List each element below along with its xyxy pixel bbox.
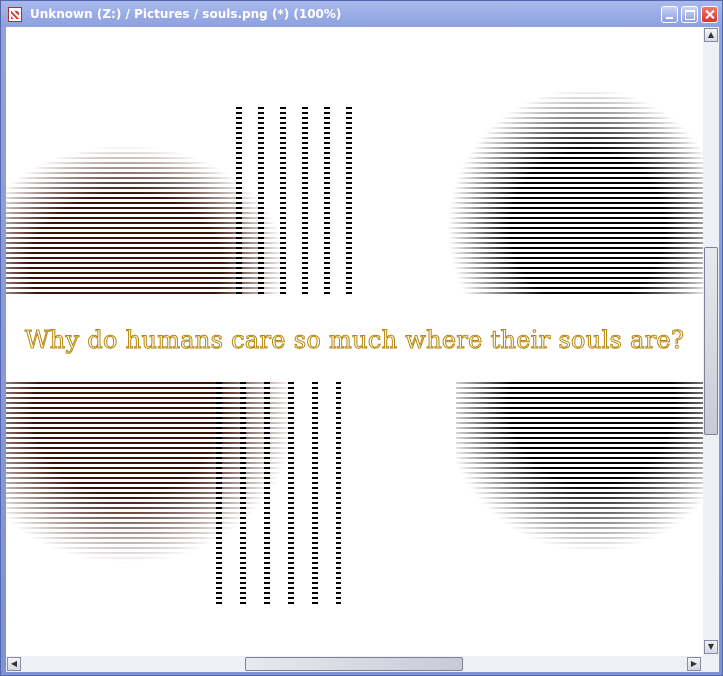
scroll-up-arrow-icon[interactable]: ▲ bbox=[704, 28, 718, 42]
vertical-scroll-thumb[interactable] bbox=[704, 247, 718, 435]
scroll-left-arrow-icon[interactable]: ◀ bbox=[7, 657, 21, 671]
minimize-button[interactable] bbox=[661, 6, 678, 23]
vertical-scrollbar[interactable]: ▲ ▼ bbox=[703, 27, 719, 656]
app-icon[interactable] bbox=[8, 7, 22, 22]
title-bar[interactable]: Unknown (Z:) / Pictures / souls.png (*) … bbox=[1, 1, 722, 27]
image-hand-upper-right bbox=[446, 67, 703, 297]
scroll-down-arrow-icon[interactable]: ▼ bbox=[704, 640, 718, 654]
window-title: Unknown (Z:) / Pictures / souls.png (*) … bbox=[30, 7, 342, 21]
image-viewer-window: Unknown (Z:) / Pictures / souls.png (*) … bbox=[0, 0, 723, 676]
horizontal-scroll-thumb[interactable] bbox=[245, 657, 463, 671]
image-canvas[interactable]: Why do humans care so much where their s… bbox=[6, 27, 703, 656]
maximize-button[interactable] bbox=[681, 6, 698, 23]
scroll-right-arrow-icon[interactable]: ▶ bbox=[687, 657, 701, 671]
image-caption: Why do humans care so much where their s… bbox=[24, 326, 685, 355]
horizontal-scrollbar[interactable]: ◀ ▶ bbox=[6, 656, 703, 672]
image-fingers-upper-left bbox=[236, 107, 361, 297]
close-button[interactable] bbox=[701, 6, 718, 23]
image-hand-lower-right bbox=[456, 382, 703, 582]
scrollbar-corner bbox=[703, 656, 719, 672]
image-fingers-lower-left bbox=[216, 382, 341, 607]
